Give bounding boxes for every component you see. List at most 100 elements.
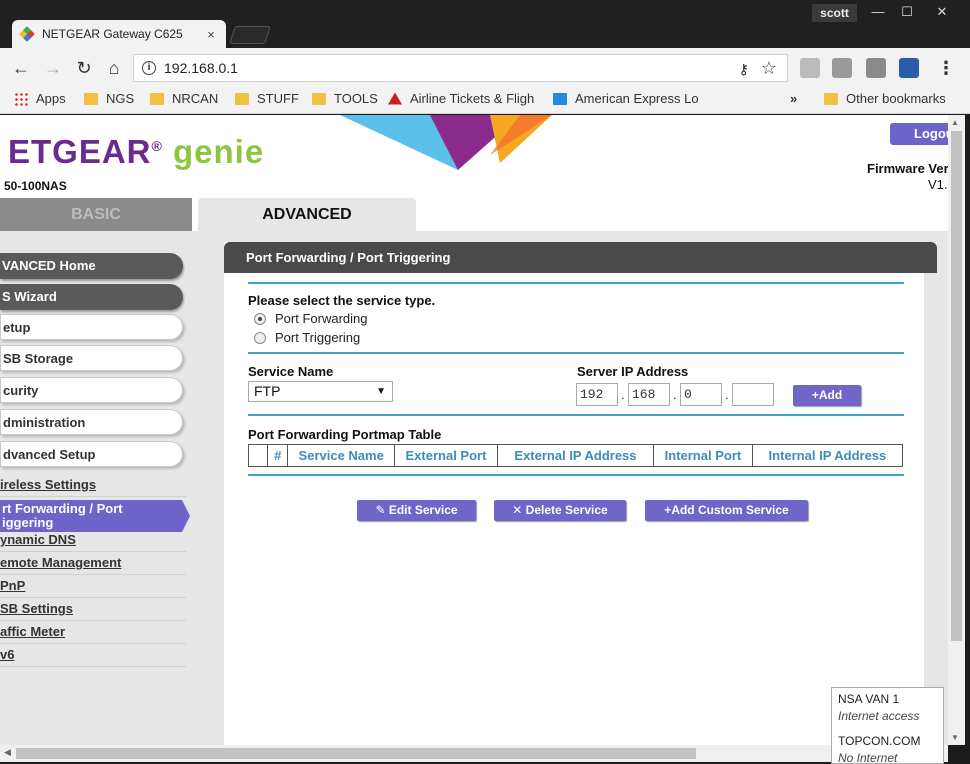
network-status-1: Internet access xyxy=(838,709,920,723)
portmap-table-title: Port Forwarding Portmap Table xyxy=(248,427,442,442)
divider xyxy=(248,352,904,354)
sidebar-advanced-setup[interactable]: dvanced Setup xyxy=(0,441,183,467)
extension-bolt-icon[interactable] xyxy=(800,58,820,78)
extension-g-icon[interactable] xyxy=(832,58,852,78)
address-bar[interactable]: i 192.168.0.1 ⚷ ☆ xyxy=(133,54,788,82)
reload-icon[interactable]: ↻ xyxy=(73,57,95,79)
col-internal-port: Internal Port xyxy=(653,444,753,467)
bookmark-amex[interactable]: American Express Lo xyxy=(553,91,708,106)
firmware-version: V1. xyxy=(928,177,948,192)
sidebar-advanced-home[interactable]: VANCED Home xyxy=(0,253,183,279)
radio-unselected-icon[interactable] xyxy=(254,331,266,344)
scroll-down-icon[interactable]: ▼ xyxy=(951,733,959,742)
radio-port-triggering[interactable]: Port Triggering xyxy=(254,330,360,345)
col-external-port: External Port xyxy=(394,444,498,467)
add-button[interactable]: +Add xyxy=(793,385,861,406)
extension-note-icon[interactable] xyxy=(866,58,886,78)
info-icon[interactable]: i xyxy=(142,61,156,75)
scroll-up-icon[interactable]: ▲ xyxy=(951,118,959,127)
folder-icon xyxy=(150,92,164,105)
bookmark-stuff[interactable]: STUFF xyxy=(235,91,299,106)
sidebar-setup[interactable]: etup xyxy=(0,314,183,340)
add-custom-service-button[interactable]: +Add Custom Service xyxy=(645,500,808,521)
bookmark-airline[interactable]: Airline Tickets & Fligh xyxy=(388,91,534,106)
tab-advanced[interactable]: ADVANCED xyxy=(198,198,416,231)
horizontal-scroll-thumb[interactable] xyxy=(16,748,696,759)
network-name-1[interactable]: NSA VAN 1 xyxy=(838,691,937,708)
edit-service-button[interactable]: ✎ Edit Service xyxy=(357,500,476,521)
bookmarks-bar: Apps NGS NRCAN STUFF TOOLS Airline Ticke… xyxy=(0,86,970,114)
sidebar-link-remote-management[interactable]: emote Management xyxy=(0,553,186,575)
ip-octet-4[interactable] xyxy=(732,383,774,406)
col-number: # xyxy=(267,444,289,467)
sidebar-link-ipv6[interactable]: v6 xyxy=(0,645,186,667)
panel-title: Port Forwarding / Port Triggering xyxy=(224,242,937,273)
bookmark-other[interactable]: Other bookmarks xyxy=(824,91,946,106)
network-name-2[interactable]: TOPCON.COM xyxy=(838,733,937,750)
profile-button[interactable]: scott xyxy=(812,4,857,22)
logout-button[interactable]: Logou xyxy=(890,123,948,145)
ip-octet-1[interactable]: 192 xyxy=(576,383,618,406)
network-status-2: No Internet access xyxy=(838,751,898,764)
divider xyxy=(248,474,904,476)
sidebar-link-traffic-meter[interactable]: affic Meter xyxy=(0,622,186,644)
sidebar-link-dynamic-dns[interactable]: ynamic DNS xyxy=(0,530,186,552)
tab-basic[interactable]: BASIC xyxy=(0,198,192,231)
back-arrow-icon[interactable]: ← xyxy=(10,57,32,79)
service-name-label: Service Name xyxy=(248,364,334,379)
minimize-button[interactable]: — xyxy=(864,2,892,22)
apps-grid-icon xyxy=(14,91,28,106)
browser-tab[interactable]: NETGEAR Gateway C625 × xyxy=(12,20,226,48)
divider xyxy=(248,282,904,284)
col-external-ip: External IP Address xyxy=(496,444,655,467)
sidebar-security[interactable]: curity xyxy=(0,377,183,403)
folder-icon xyxy=(312,92,326,105)
sidebar-link-upnp[interactable]: PnP xyxy=(0,576,186,598)
folder-icon xyxy=(235,92,249,105)
scroll-left-icon[interactable]: ◀ xyxy=(4,747,11,758)
bookmark-nrcan[interactable]: NRCAN xyxy=(150,91,218,106)
service-type-label: Please select the service type. xyxy=(248,293,436,308)
home-icon[interactable]: ⌂ xyxy=(103,57,125,79)
sidebar-link-wireless-settings[interactable]: ireless Settings xyxy=(0,475,186,497)
ip-octet-2[interactable]: 168 xyxy=(628,383,670,406)
sidebar-link-port-forwarding[interactable]: rt Forwarding / Port iggering xyxy=(0,500,190,532)
menu-dots-icon[interactable]: ⋮ xyxy=(935,57,957,79)
url-text: 192.168.0.1 xyxy=(164,60,238,76)
sidebar-administration[interactable]: dministration xyxy=(0,409,183,435)
sidebar-setup-wizard[interactable]: S Wizard xyxy=(0,284,183,310)
vertical-scrollbar[interactable]: ▲ ▼ xyxy=(948,115,965,745)
web-page: ETGEAR® genie 50-100NAS Logou Firmware V… xyxy=(0,115,948,745)
service-name-select[interactable]: FTP ▼ xyxy=(248,381,393,402)
horizontal-scrollbar[interactable]: ◀ xyxy=(0,745,948,762)
logo-decoration xyxy=(340,115,552,170)
key-icon[interactable]: ⚷ xyxy=(739,56,749,82)
bookmark-apps[interactable]: Apps xyxy=(14,91,66,106)
radio-selected-icon[interactable] xyxy=(254,312,266,325)
delete-service-button[interactable]: ✕ Delete Service xyxy=(494,500,626,521)
col-internal-ip: Internal IP Address xyxy=(751,444,904,467)
divider xyxy=(248,414,904,416)
bookmark-tools[interactable]: TOOLS xyxy=(312,91,378,106)
vertical-scroll-thumb[interactable] xyxy=(951,131,962,641)
maximize-button[interactable]: ☐ xyxy=(893,2,921,22)
close-window-button[interactable]: ✕ xyxy=(928,2,956,22)
model-number: 50-100NAS xyxy=(4,179,67,193)
tab-close-icon[interactable]: × xyxy=(204,27,218,42)
ip-octet-3[interactable]: 0 xyxy=(680,383,722,406)
browser-titlebar: NETGEAR Gateway C625 × scott — ☐ ✕ xyxy=(0,0,970,48)
col-select xyxy=(247,444,269,467)
radio-port-forwarding[interactable]: Port Forwarding xyxy=(254,311,367,326)
forward-arrow-icon[interactable]: → xyxy=(42,57,64,79)
extension-chart-icon[interactable] xyxy=(899,58,919,78)
bookmark-ngs[interactable]: NGS xyxy=(84,91,134,106)
netgear-genie-logo: ETGEAR® genie xyxy=(8,133,265,170)
new-tab-button[interactable] xyxy=(229,26,271,44)
folder-icon xyxy=(84,92,98,105)
bookmark-star-icon[interactable]: ☆ xyxy=(761,55,777,81)
sidebar-usb-storage[interactable]: SB Storage xyxy=(0,345,183,371)
col-service-name: Service Name xyxy=(287,444,396,467)
network-popup: NSA VAN 1 Internet access TOPCON.COM No … xyxy=(831,687,944,764)
bookmarks-overflow[interactable]: » xyxy=(790,91,797,106)
sidebar-link-usb-settings[interactable]: SB Settings xyxy=(0,599,186,621)
